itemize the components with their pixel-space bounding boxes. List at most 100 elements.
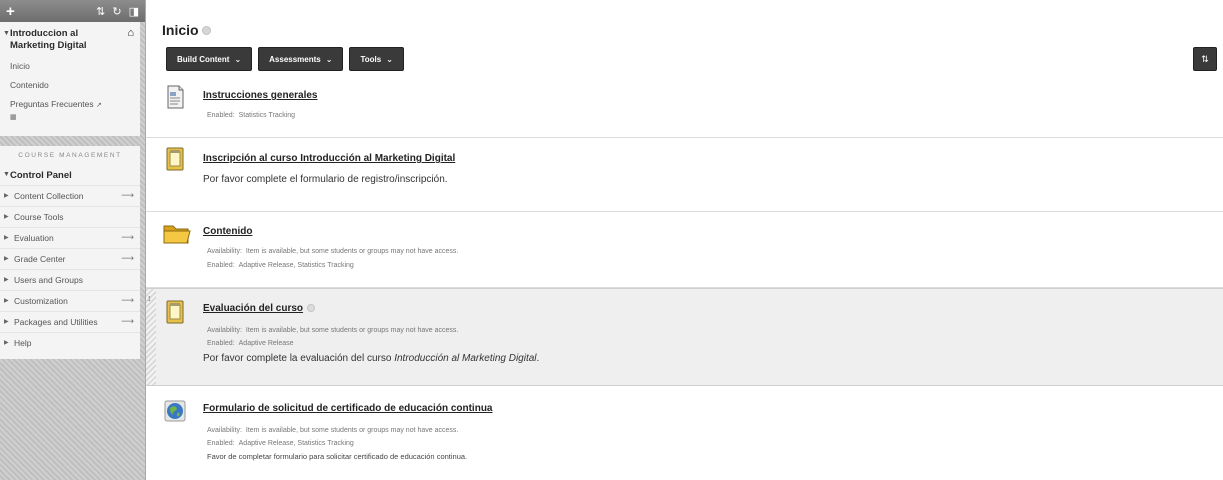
tools-label: Tools xyxy=(360,54,382,64)
cp-item-content-collection[interactable]: ▶ Content Collection ⟶ xyxy=(0,185,140,206)
item-meta-enabled: Enabled: Adaptive Release, Statistics Tra… xyxy=(207,440,354,447)
item-title-link[interactable]: Inscripción al curso Introducción al Mar… xyxy=(203,153,455,164)
build-content-button[interactable]: Build Content ⌄ xyxy=(166,47,253,71)
cp-item-label: Packages and Utilities xyxy=(14,317,98,327)
cp-item-label: Course Tools xyxy=(14,212,64,222)
options-menu-icon[interactable] xyxy=(201,26,211,35)
item-meta-availability: Availability: Item is available, but some… xyxy=(207,327,458,334)
content-item-inscripcion: Inscripción al curso Introducción al Mar… xyxy=(146,138,1223,212)
folder-icon xyxy=(163,225,191,244)
assessments-label: Assessments xyxy=(269,54,321,64)
external-link-icon: ↗ xyxy=(96,102,102,109)
meta-value: Adaptive Release, Statistics Tracking xyxy=(238,440,354,447)
cp-item-users-and-groups[interactable]: ▶ Users and Groups xyxy=(0,269,140,290)
assessments-button[interactable]: Assessments ⌄ xyxy=(258,47,344,71)
cp-item-label: Content Collection xyxy=(14,191,84,201)
cp-item-label: Grade Center xyxy=(14,254,66,264)
course-title-line2: Marketing Digital xyxy=(10,40,87,51)
chevron-down-icon: ⌄ xyxy=(386,54,393,64)
meta-key: Enabled: xyxy=(207,340,235,347)
item-title-link[interactable]: Instrucciones generales xyxy=(203,90,318,101)
cp-item-grade-center[interactable]: ▶ Grade Center ⟶ xyxy=(0,248,140,269)
grid-icon: ▦ xyxy=(10,114,17,121)
meta-value: Item is available, but some students or … xyxy=(245,248,459,255)
control-panel-header[interactable]: ▼ Control Panel xyxy=(0,167,140,185)
collapsed-triangle-icon: ▶ xyxy=(4,319,9,325)
meta-key: Availability: xyxy=(207,327,242,334)
content-item-contenido: Contenido Availability: Item is available… xyxy=(146,212,1223,288)
action-bar: Build Content ⌄ Assessments ⌄ Tools ⌄ xyxy=(166,47,404,71)
item-description: Por favor complete la evaluación del cur… xyxy=(203,353,539,364)
course-menu-panel: ▼ Introduccion al Marketing Digital ⌂ In… xyxy=(0,22,140,136)
meta-key: Enabled: xyxy=(207,440,235,447)
meta-key: Availability: xyxy=(207,248,242,255)
web-link-icon xyxy=(164,400,186,422)
collapsed-triangle-icon: ▶ xyxy=(4,298,9,304)
cp-item-evaluation[interactable]: ▶ Evaluation ⟶ xyxy=(0,227,140,248)
cp-item-help[interactable]: ▶ Help xyxy=(0,332,140,353)
item-meta-enabled: Enabled: Adaptive Release xyxy=(207,340,294,347)
meta-value: Statistics Tracking xyxy=(238,112,296,119)
description-end: . xyxy=(536,353,540,364)
arrow-right-icon[interactable]: ⟶ xyxy=(121,253,134,264)
item-meta-enabled: Enabled: Statistics Tracking xyxy=(207,112,295,119)
item-title-link[interactable]: Formulario de solicitud de certificado d… xyxy=(203,403,493,414)
item-title-link[interactable]: Contenido xyxy=(203,226,252,237)
course-menu-sidebar: + ⇅ ↻ ◨ ▼ Introduccion al Marketing Digi… xyxy=(0,0,146,480)
build-content-label: Build Content xyxy=(177,54,230,64)
cp-item-label: Customization xyxy=(14,296,68,306)
sidebar-item-preguntas-frecuentes[interactable]: Preguntas Frecuentes ↗ ▦ xyxy=(10,96,134,128)
chevron-down-icon: ⌄ xyxy=(325,54,333,64)
refresh-icon[interactable]: ↻ xyxy=(112,5,121,18)
document-icon xyxy=(167,85,184,109)
collapsed-triangle-icon: ▶ xyxy=(4,235,9,241)
item-title-text: Evaluación del curso xyxy=(203,303,304,314)
course-title-line1: Introduccion al xyxy=(10,28,79,39)
description-text: Por favor complete la evaluación del cur… xyxy=(203,353,395,364)
sidebar-item-inicio[interactable]: Inicio xyxy=(10,58,134,77)
item-meta-availability: Availability: Item is available, but some… xyxy=(207,248,458,255)
tools-button[interactable]: Tools ⌄ xyxy=(349,47,404,71)
collapse-menu-icon[interactable]: ◨ xyxy=(129,5,139,18)
sidebar-item-contenido[interactable]: Contenido xyxy=(10,77,134,96)
cp-item-packages-and-utilities[interactable]: ▶ Packages and Utilities ⟶ xyxy=(0,311,140,332)
home-icon[interactable]: ⌂ xyxy=(127,27,134,39)
content-item-instrucciones: Instrucciones generales Enabled: Statisti… xyxy=(146,80,1223,138)
meta-key: Enabled: xyxy=(207,262,235,269)
arrow-right-icon[interactable]: ⟶ xyxy=(121,190,134,201)
item-meta-enabled: Enabled: Adaptive Release, Statistics Tra… xyxy=(207,262,354,269)
arrow-right-icon[interactable]: ⟶ xyxy=(121,316,134,327)
expand-triangle-icon[interactable]: ▼ xyxy=(3,171,10,178)
survey-icon xyxy=(166,300,184,324)
page-title: Inicio xyxy=(162,22,211,38)
collapsed-triangle-icon: ▶ xyxy=(4,277,9,283)
control-panel: COURSE MANAGEMENT ▼ Control Panel ▶ Cont… xyxy=(0,146,140,359)
arrow-right-icon[interactable]: ⟶ xyxy=(121,295,134,306)
control-panel-title: Control Panel xyxy=(10,170,72,181)
cp-item-course-tools[interactable]: ▶ Course Tools xyxy=(0,206,140,227)
collapsed-triangle-icon: ▶ xyxy=(4,193,9,199)
item-meta-availability: Availability: Item is available, but some… xyxy=(207,427,458,434)
cp-item-label: Help xyxy=(14,338,32,348)
add-menu-item-button[interactable]: + xyxy=(6,3,15,20)
survey-icon xyxy=(166,147,184,171)
drag-handle-icon[interactable]: ↕ xyxy=(147,293,152,303)
sidebar-item-label: Preguntas Frecuentes xyxy=(10,99,94,109)
reorder-items-button[interactable]: ⇅ xyxy=(1193,47,1217,71)
course-management-label: COURSE MANAGEMENT xyxy=(18,152,122,159)
item-description: Favor de completar formulario para solic… xyxy=(207,452,468,461)
reorder-icon[interactable]: ⇅ xyxy=(96,5,105,18)
collapsed-triangle-icon: ▶ xyxy=(4,214,9,220)
reorder-icon: ⇅ xyxy=(1201,53,1209,64)
chevron-down-icon: ⌄ xyxy=(234,54,242,64)
item-title-link[interactable]: Evaluación del curso xyxy=(203,303,316,314)
meta-value: Adaptive Release xyxy=(238,340,294,347)
course-links: Inicio Contenido Preguntas Frecuentes ↗ … xyxy=(0,58,140,136)
item-description: Por favor complete el formulario de regi… xyxy=(203,174,448,185)
cp-item-customization[interactable]: ▶ Customization ⟶ xyxy=(0,290,140,311)
expand-triangle-icon[interactable]: ▼ xyxy=(3,28,10,40)
arrow-right-icon[interactable]: ⟶ xyxy=(121,232,134,243)
meta-value: Item is available, but some students or … xyxy=(245,327,459,334)
course-title[interactable]: ▼ Introduccion al Marketing Digital ⌂ xyxy=(0,22,140,58)
item-options-icon[interactable] xyxy=(307,304,316,312)
